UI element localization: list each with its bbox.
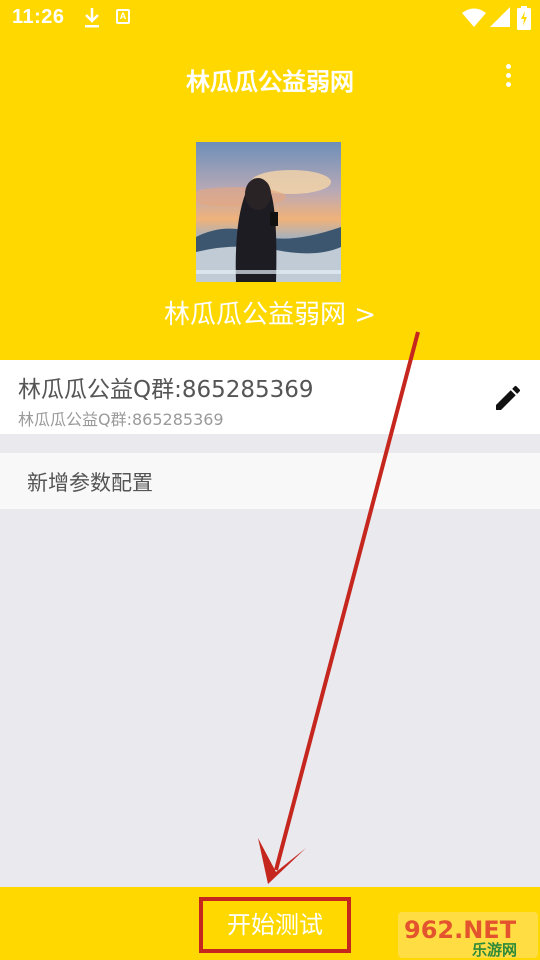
more-vertical-icon[interactable]: [498, 64, 518, 94]
watermark-logo: 962.NET 乐游网: [398, 912, 538, 959]
battery-icon: [517, 6, 531, 30]
avatar[interactable]: [196, 142, 341, 282]
profile-name-link[interactable]: 林瓜瓜公益弱网 >: [0, 294, 540, 331]
watermark-site: 乐游网: [472, 941, 517, 959]
a-box-icon: A: [116, 9, 130, 24]
status-time: 11:26: [12, 6, 65, 28]
avatar-image: [196, 142, 341, 282]
config-subtitle: 林瓜瓜公益Q群:865285369: [18, 410, 224, 429]
config-item[interactable]: 林瓜瓜公益Q群:865285369 林瓜瓜公益Q群:865285369: [0, 360, 540, 434]
add-config-label: 新增参数配置: [27, 471, 153, 495]
pencil-icon[interactable]: [492, 382, 524, 414]
config-title: 林瓜瓜公益Q群:865285369: [18, 377, 314, 403]
wifi-icon: [462, 8, 486, 27]
watermark-brand: 962.NET: [404, 916, 517, 944]
signal-icon: [490, 7, 510, 27]
status-bar: 11:26 A: [0, 0, 540, 36]
start-test-button[interactable]: 开始测试: [199, 897, 351, 953]
add-config-item[interactable]: 新增参数配置: [0, 453, 540, 509]
download-icon: [85, 8, 99, 28]
app-title: 林瓜瓜公益弱网: [186, 68, 354, 96]
profile-header: 林瓜瓜公益弱网 林瓜瓜公益弱网 >: [0, 36, 540, 360]
